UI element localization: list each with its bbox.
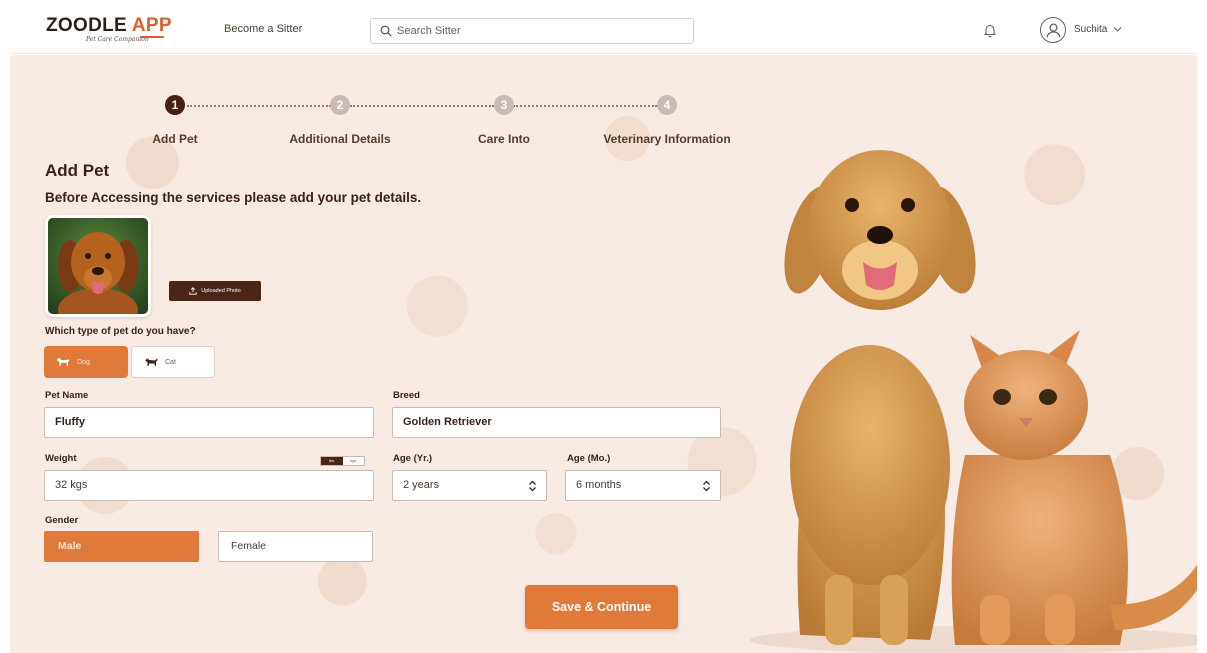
logo-tagline: Pet Care Companion xyxy=(86,36,149,43)
dog-icon xyxy=(57,358,69,366)
age-month-value: 6 months xyxy=(576,479,622,491)
step-3-label[interactable]: Care Into xyxy=(478,132,530,146)
stepper-connector xyxy=(187,105,331,107)
search-input[interactable] xyxy=(397,22,687,40)
upload-photo-button[interactable]: Uploaded Photo xyxy=(169,281,261,301)
step-2-indicator[interactable]: 2 xyxy=(330,95,350,115)
pet-photo[interactable] xyxy=(45,215,151,317)
become-sitter-link[interactable]: Become a Sitter xyxy=(224,23,302,35)
step-1-label[interactable]: Add Pet xyxy=(152,132,197,146)
stepper-connector xyxy=(350,105,494,107)
weight-field[interactable]: 32 kgs xyxy=(44,470,374,501)
dog-and-cat-illustration xyxy=(750,150,1197,653)
upload-photo-label: Uploaded Photo xyxy=(201,288,241,294)
age-year-select[interactable]: 2 years xyxy=(392,470,547,501)
bell-icon[interactable] xyxy=(983,23,997,38)
age-month-select[interactable]: 6 months xyxy=(565,470,721,501)
age-month-label: Age (Mo.) xyxy=(567,453,611,464)
cat-icon xyxy=(145,358,158,366)
gender-label: Gender xyxy=(45,515,79,526)
gender-female-button[interactable]: Female xyxy=(218,531,373,562)
pet-type-dog-label: Dog xyxy=(77,358,90,366)
step-4-label[interactable]: Veterinary Information xyxy=(603,132,730,146)
weight-unit-toggle[interactable]: lbs kgs xyxy=(320,456,365,466)
logo-text: ZOODLE xyxy=(46,15,127,36)
main-content: 1 2 3 4 Add Pet Additional Details Care … xyxy=(10,55,1197,653)
select-arrows-icon xyxy=(703,480,710,492)
pet-type-dog-button[interactable]: Dog xyxy=(44,346,128,378)
breed-field[interactable]: Golden Retriever xyxy=(392,407,721,438)
step-4-indicator[interactable]: 4 xyxy=(657,95,677,115)
age-year-value: 2 years xyxy=(403,479,440,491)
unit-lbs-option[interactable]: lbs xyxy=(321,457,343,465)
pet-name-field[interactable]: Fluffy xyxy=(44,407,374,438)
save-continue-button[interactable]: Save & Continue xyxy=(525,585,678,629)
search-icon xyxy=(380,25,392,37)
pet-type-cat-label: Cat xyxy=(165,358,176,366)
logo-app-text: APP xyxy=(131,15,172,36)
upload-icon xyxy=(189,287,197,295)
pet-name-label: Pet Name xyxy=(45,390,89,401)
step-2-label[interactable]: Additional Details xyxy=(289,132,390,146)
user-avatar[interactable] xyxy=(1040,17,1066,43)
app-logo[interactable]: ZOODLE APP Pet Care Companion xyxy=(46,15,172,44)
step-1-indicator[interactable]: 1 xyxy=(165,95,185,115)
top-header: ZOODLE APP Pet Care Companion Become a S… xyxy=(10,8,1197,54)
weight-label: Weight xyxy=(45,453,77,464)
gender-male-button[interactable]: Male xyxy=(44,531,199,562)
breed-label: Breed xyxy=(393,390,420,401)
stepper-connector xyxy=(513,105,657,107)
dog-photo-image xyxy=(48,218,148,314)
step-3-indicator[interactable]: 3 xyxy=(494,95,514,115)
chevron-down-icon[interactable] xyxy=(1113,25,1122,33)
user-name[interactable]: Suchita xyxy=(1074,24,1107,35)
page-subtitle: Before Accessing the services please add… xyxy=(45,190,422,205)
search-bar[interactable] xyxy=(370,18,694,44)
user-icon xyxy=(1046,23,1060,37)
pet-type-question: Which type of pet do you have? xyxy=(45,326,196,337)
unit-kgs-option[interactable]: kgs xyxy=(342,457,364,465)
select-arrows-icon xyxy=(529,480,536,492)
age-year-label: Age (Yr.) xyxy=(393,453,433,464)
page-title: Add Pet xyxy=(45,161,110,180)
pet-type-cat-button[interactable]: Cat xyxy=(131,346,215,378)
